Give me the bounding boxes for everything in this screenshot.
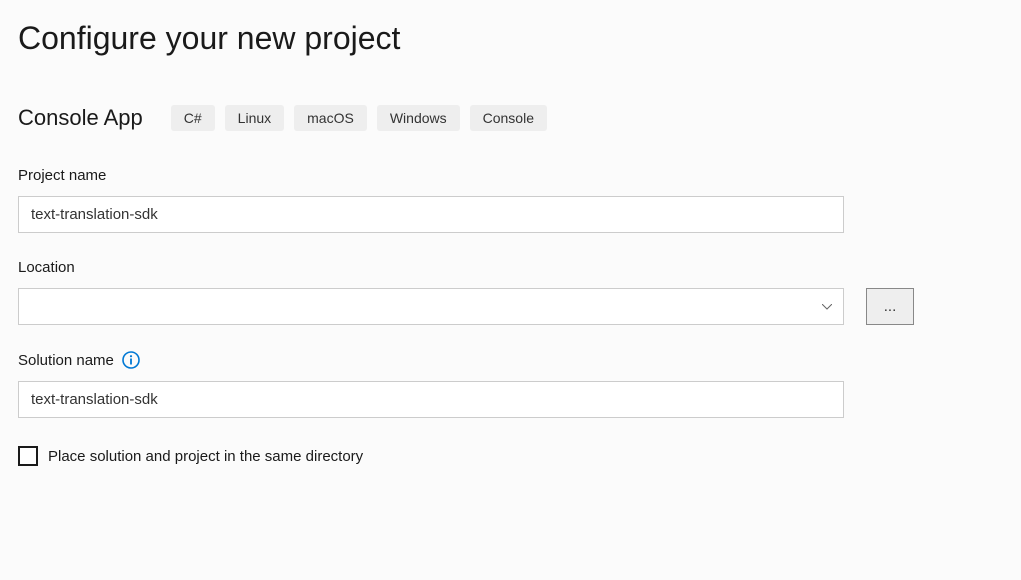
project-name-label: Project name <box>18 167 1003 184</box>
tag: Console <box>470 105 547 131</box>
template-row: Console App C# Linux macOS Windows Conso… <box>18 105 1003 131</box>
same-directory-checkbox[interactable] <box>18 446 38 466</box>
template-tags: C# Linux macOS Windows Console <box>171 105 547 131</box>
template-name: Console App <box>18 105 143 131</box>
solution-name-label: Solution name <box>18 351 1003 369</box>
solution-name-input[interactable] <box>18 381 844 418</box>
tag: macOS <box>294 105 367 131</box>
project-name-input[interactable] <box>18 196 844 233</box>
info-icon[interactable] <box>122 351 140 369</box>
page-title: Configure your new project <box>18 20 1003 57</box>
tag: C# <box>171 105 215 131</box>
tag: Linux <box>225 105 284 131</box>
location-group: Location ... <box>18 259 1003 325</box>
browse-button[interactable]: ... <box>866 288 914 325</box>
same-directory-label[interactable]: Place solution and project in the same d… <box>48 448 363 465</box>
solution-name-group: Solution name <box>18 351 1003 418</box>
project-name-group: Project name <box>18 167 1003 233</box>
location-combo[interactable] <box>18 288 844 325</box>
location-label: Location <box>18 259 1003 276</box>
same-directory-row: Place solution and project in the same d… <box>18 446 1003 466</box>
location-input[interactable] <box>18 288 844 325</box>
tag: Windows <box>377 105 460 131</box>
solution-name-label-text: Solution name <box>18 352 114 369</box>
